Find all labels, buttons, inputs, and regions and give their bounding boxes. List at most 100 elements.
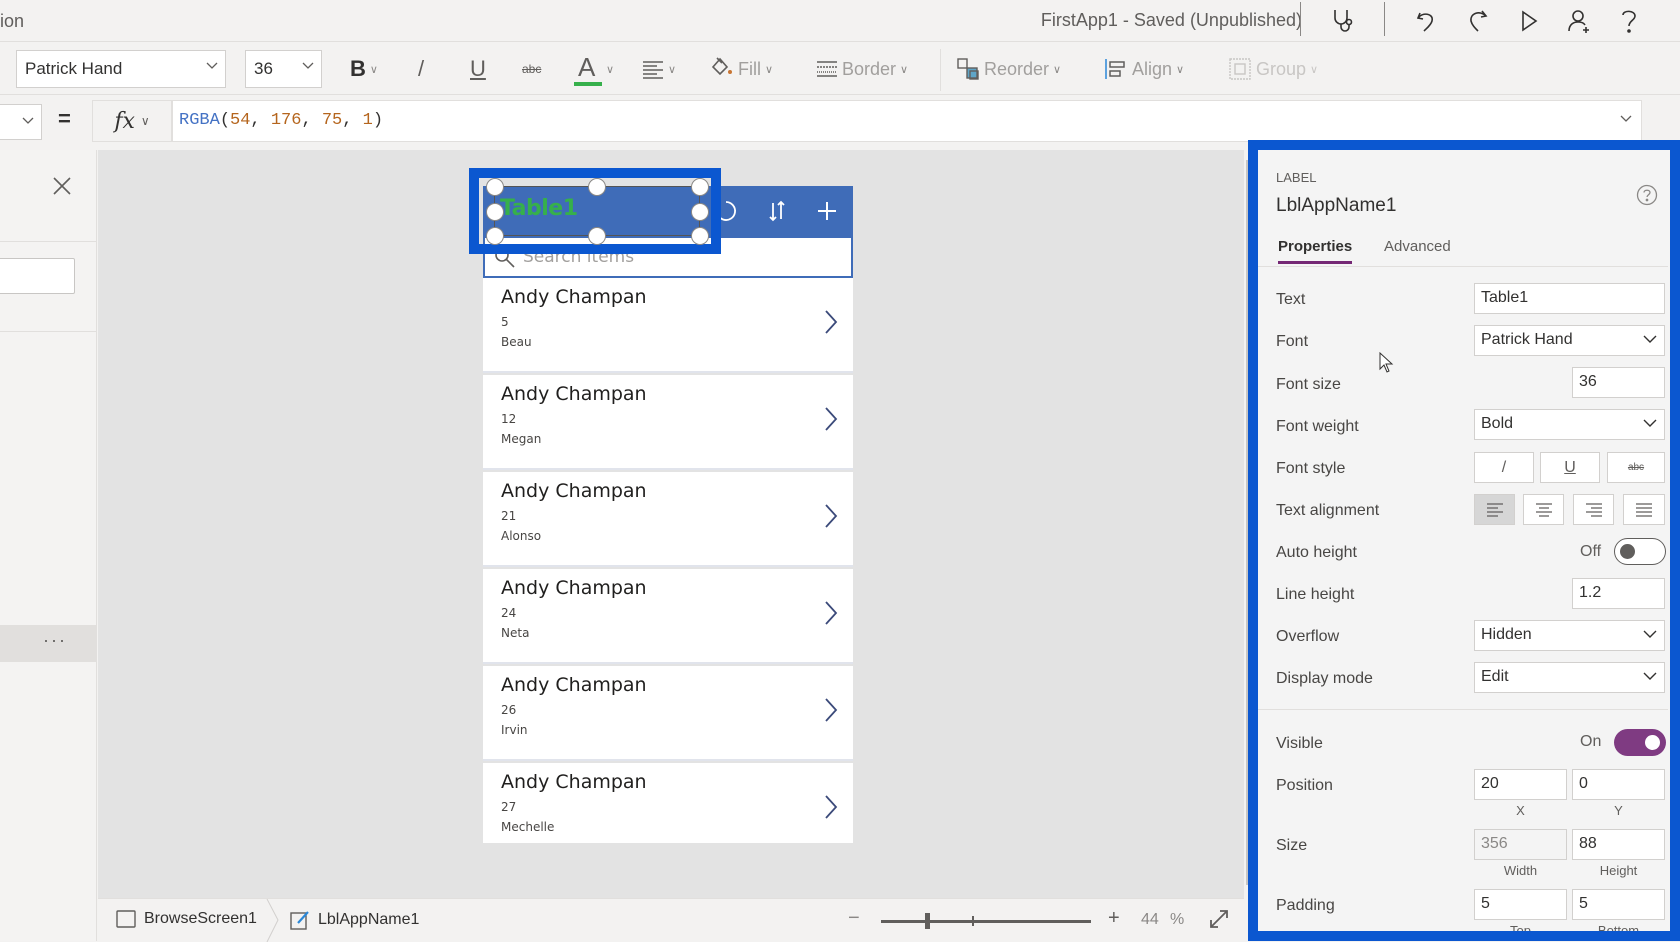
padding-bottom-caption: Bottom	[1597, 923, 1640, 931]
font-color-swatch	[574, 82, 602, 86]
resize-handle-right[interactable]	[691, 203, 709, 221]
list-item[interactable]: Andy Champan 24 Neta	[483, 569, 853, 664]
close-panel-button[interactable]	[52, 172, 72, 203]
preview-button[interactable]	[1512, 4, 1546, 38]
auto-height-toggle[interactable]	[1614, 538, 1666, 565]
divider	[1300, 2, 1301, 36]
list-item[interactable]: Andy Champan 12 Megan	[483, 375, 853, 470]
expand-formula-icon[interactable]	[1619, 111, 1633, 129]
align-center-button[interactable]	[1523, 494, 1564, 525]
resize-handle-bottom-right[interactable]	[691, 227, 709, 245]
font-size-dropdown[interactable]: 36	[245, 50, 322, 88]
position-x-caption: X	[1516, 803, 1525, 818]
border-button[interactable]: Border ∨	[816, 51, 908, 87]
fill-button[interactable]: Fill ∨	[710, 51, 773, 87]
font-size-input[interactable]: 36	[1572, 367, 1665, 398]
chevron-right-icon[interactable]	[823, 793, 839, 826]
help-button[interactable]	[1636, 184, 1658, 211]
align-button[interactable]: Align ∨	[1104, 51, 1184, 87]
resize-handle-top-right[interactable]	[691, 178, 709, 196]
chevron-down-icon: ∨	[668, 63, 677, 76]
chevron-right-icon[interactable]	[823, 405, 839, 438]
visible-toggle[interactable]	[1614, 729, 1666, 756]
resize-handle-bottom-left[interactable]	[486, 227, 504, 245]
reorder-button[interactable]: Reorder ∨	[956, 51, 1061, 87]
app-screen-preview: Table1 Andy Champan 5 Beau Andy Champan …	[483, 186, 853, 843]
display-mode-dropdown[interactable]: Edit	[1474, 662, 1665, 693]
tab-advanced[interactable]: Advanced	[1384, 238, 1451, 261]
left-panel-search-input[interactable]	[0, 258, 75, 294]
list-item[interactable]: Andy Champan 27 Mechelle	[483, 763, 853, 843]
resize-handle-top[interactable]	[588, 178, 606, 196]
app-title: FirstApp1 - Saved (Unpublished)	[1040, 10, 1302, 30]
line-height-input[interactable]: 1.2	[1572, 578, 1665, 609]
fx-icon: fx	[114, 108, 135, 134]
zoom-slider[interactable]	[881, 913, 1091, 929]
resize-handle-top-left[interactable]	[486, 178, 504, 196]
group-button[interactable]: Group ∨	[1228, 51, 1318, 87]
align-justify-button[interactable]	[1623, 494, 1665, 525]
help-icon	[1622, 10, 1636, 33]
redo-button[interactable]	[1460, 4, 1494, 38]
position-y-input[interactable]: 0	[1572, 769, 1665, 800]
size-width-input[interactable]: 356	[1474, 829, 1567, 860]
zoom-in-button[interactable]: +	[1108, 907, 1120, 930]
tab-properties[interactable]: Properties	[1278, 238, 1353, 264]
size-height-input[interactable]: 88	[1572, 829, 1665, 860]
underline-toggle[interactable]: U	[1540, 452, 1600, 483]
share-button[interactable]	[1562, 4, 1596, 38]
add-item-button[interactable]	[812, 196, 842, 226]
item-title: Andy Champan	[501, 771, 647, 793]
underline-button[interactable]: U	[470, 51, 486, 87]
font-color-button[interactable]: A ∨	[574, 51, 614, 87]
redo-icon	[1470, 10, 1488, 32]
sort-button[interactable]	[762, 196, 792, 226]
breadcrumb-control[interactable]: LblAppName1	[290, 910, 419, 930]
chevron-down-icon	[1642, 415, 1658, 436]
zoom-out-button[interactable]: −	[848, 907, 860, 930]
overflow-dropdown[interactable]: Hidden	[1474, 620, 1665, 651]
padding-top-input[interactable]: 5	[1474, 889, 1567, 920]
more-options-button[interactable]: ···	[0, 625, 97, 662]
align-left-icon	[1486, 502, 1503, 517]
align-left-button[interactable]	[1474, 494, 1515, 525]
font-dropdown[interactable]: Patrick Hand	[1474, 325, 1665, 356]
align-right-button[interactable]	[1573, 494, 1614, 525]
font-size-value: 36	[254, 59, 273, 78]
chevron-right-icon[interactable]	[823, 308, 839, 341]
list-item[interactable]: Andy Champan 21 Alonso	[483, 472, 853, 567]
toolbar-divider	[940, 49, 941, 91]
help-button[interactable]	[1612, 4, 1646, 38]
formula-input[interactable]: RGBA(54, 176, 75, 1)	[172, 100, 1642, 142]
fit-to-window-button[interactable]	[1208, 908, 1230, 935]
list-item[interactable]: Andy Champan 26 Irvin	[483, 666, 853, 761]
italic-toggle[interactable]: /	[1474, 452, 1534, 483]
zoom-slider-thumb[interactable]	[925, 913, 930, 929]
undo-button[interactable]	[1410, 4, 1444, 38]
chevron-right-icon[interactable]	[823, 696, 839, 729]
position-x-input[interactable]: 20	[1474, 769, 1567, 800]
fx-button[interactable]: fx ∨	[92, 100, 172, 142]
text-align-button[interactable]: ∨	[642, 51, 676, 87]
font-family-dropdown[interactable]: Patrick Hand	[16, 50, 226, 88]
chevron-right-icon[interactable]	[823, 599, 839, 632]
breadcrumb-screen[interactable]: BrowseScreen1	[116, 910, 257, 928]
text-input[interactable]: Table1	[1474, 283, 1665, 314]
strikethrough-button[interactable]: abc	[522, 51, 541, 87]
chevron-down-icon	[1642, 668, 1658, 689]
strikethrough-toggle[interactable]: abc	[1607, 452, 1665, 483]
question-circle-icon	[1636, 184, 1658, 206]
app-checker-button[interactable]	[1326, 4, 1360, 38]
divider	[1384, 2, 1385, 36]
resize-handle-left[interactable]	[486, 203, 504, 221]
padding-bottom-input[interactable]: 5	[1572, 889, 1665, 920]
list-item[interactable]: Andy Champan 5 Beau	[483, 278, 853, 373]
resize-handle-bottom[interactable]	[588, 227, 606, 245]
property-dropdown[interactable]	[0, 104, 42, 140]
font-weight-dropdown[interactable]: Bold	[1474, 409, 1665, 440]
chevron-down-icon	[301, 58, 315, 75]
italic-button[interactable]: /	[418, 51, 424, 87]
chevron-right-icon[interactable]	[823, 502, 839, 535]
align-right-icon	[1585, 502, 1602, 517]
bold-button[interactable]: B ∨	[350, 51, 378, 87]
